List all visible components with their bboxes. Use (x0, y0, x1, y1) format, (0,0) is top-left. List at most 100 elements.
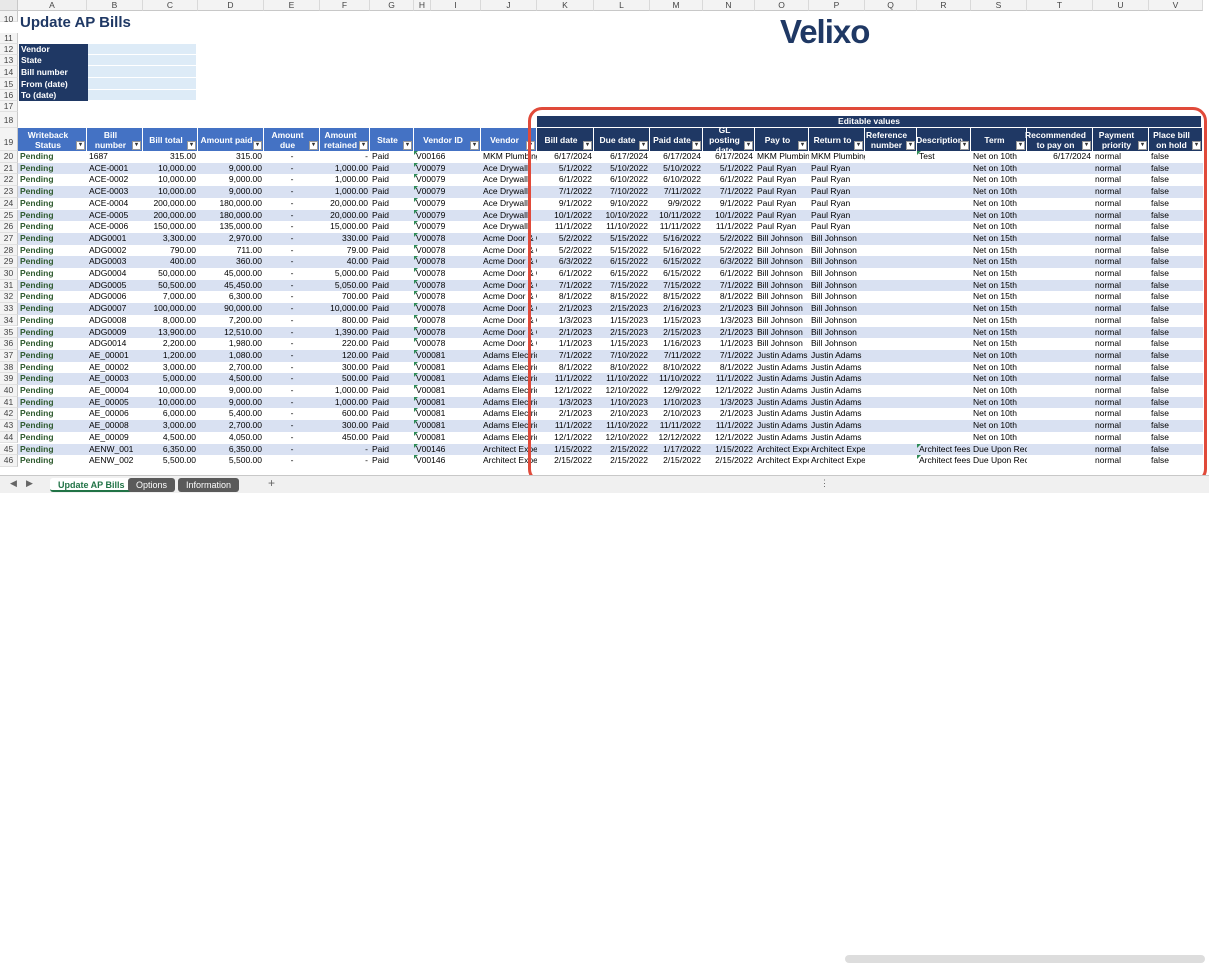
row-header-26[interactable]: 26 (0, 221, 18, 233)
column-header-o[interactable]: O (755, 0, 809, 11)
table-cell[interactable]: V00081 (414, 431, 481, 443)
table-cell[interactable]: Paid (370, 280, 414, 291)
table-cell[interactable]: Acme Door & Glass (481, 315, 537, 326)
table-cell[interactable]: Bill Johnson (809, 280, 865, 291)
table-cell[interactable]: normal (1093, 268, 1149, 279)
table-cell[interactable]: false (1149, 444, 1203, 455)
table-cell[interactable]: 79.00 (320, 245, 370, 256)
table-cell[interactable]: 5/1/2022 (537, 163, 594, 174)
row-header-33[interactable]: 33 (0, 303, 18, 315)
table-cell[interactable]: Justin Adams (809, 432, 865, 443)
table-cell[interactable]: 8/1/2022 (537, 362, 594, 373)
table-cell[interactable]: 3,300.00 (143, 233, 198, 244)
filter-dropdown-icon[interactable]: ▾ (187, 141, 196, 150)
table-cell[interactable]: V00081 (414, 385, 481, 396)
table-cell[interactable]: Net on 10th (971, 163, 1027, 174)
table-cell[interactable]: 12/10/2022 (594, 385, 650, 396)
table-cell[interactable]: normal (1093, 408, 1149, 419)
table-cell[interactable]: 6/10/2022 (650, 174, 703, 185)
table-cell[interactable]: AE_00008 (87, 420, 143, 431)
row-header-17[interactable]: 17 (0, 101, 18, 112)
table-cell[interactable]: Net on 10th (971, 420, 1027, 431)
table-cell[interactable]: - (264, 174, 320, 185)
row-header-40[interactable]: 40 (0, 385, 18, 397)
table-cell[interactable]: Pending (18, 315, 87, 326)
table-cell[interactable]: 12/1/2022 (537, 432, 594, 443)
table-cell[interactable]: 5,000.00 (320, 268, 370, 279)
table-cell[interactable]: ADG0008 (87, 315, 143, 326)
table-cell[interactable]: Bill Johnson (809, 303, 865, 314)
table-cell[interactable]: 1/3/2023 (537, 315, 594, 326)
table-cell[interactable]: 10/1/2022 (703, 210, 755, 221)
column-header-s[interactable]: S (971, 0, 1027, 11)
table-cell[interactable]: 12/1/2022 (703, 432, 755, 443)
table-cell[interactable]: 6/17/2024 (650, 151, 703, 162)
table-cell[interactable]: 180,000.00 (198, 210, 264, 221)
table-cell[interactable]: Architect fees (917, 455, 971, 466)
table-cell[interactable]: AE_00006 (87, 408, 143, 419)
table-cell[interactable]: 2/1/2023 (537, 408, 594, 419)
row-header-16[interactable]: 16 (0, 90, 18, 101)
table-cell[interactable]: Bill Johnson (755, 327, 809, 338)
table-cell[interactable]: 135,000.00 (198, 221, 264, 232)
table-cell[interactable]: 315.00 (143, 151, 198, 162)
horizontal-scrollbar[interactable] (845, 955, 1205, 963)
column-header-b[interactable]: B (87, 0, 143, 11)
table-cell[interactable]: Pending (18, 444, 87, 455)
table-cell[interactable]: 6,350.00 (198, 444, 264, 455)
table-cell[interactable]: Paid (370, 245, 414, 256)
table-cell[interactable]: V00078 (414, 314, 481, 326)
table-cell[interactable]: Bill Johnson (809, 315, 865, 326)
prev-sheet-icon[interactable]: ◀ (10, 478, 17, 489)
row-header-20[interactable]: 20 (0, 151, 18, 163)
table-cell[interactable]: 200,000.00 (143, 210, 198, 221)
table-cell[interactable]: - (320, 151, 370, 162)
table-cell[interactable]: 9/1/2022 (703, 198, 755, 209)
table-cell[interactable]: 11/11/2022 (650, 221, 703, 232)
table-cell[interactable]: 2,700.00 (198, 420, 264, 431)
table-cell[interactable]: Net on 15th (971, 303, 1027, 314)
table-cell[interactable]: 7,000.00 (143, 291, 198, 302)
table-cell[interactable]: normal (1093, 373, 1149, 384)
table-cell[interactable]: normal (1093, 362, 1149, 373)
table-cell[interactable]: Bill Johnson (809, 233, 865, 244)
table-cell[interactable]: 2/15/2022 (594, 444, 650, 455)
filter-value-field[interactable] (88, 78, 196, 90)
row-header-13[interactable]: 13 (0, 55, 18, 66)
table-cell[interactable]: 5,500.00 (143, 455, 198, 466)
table-cell[interactable]: 7/11/2022 (650, 350, 703, 361)
table-cell[interactable]: false (1149, 408, 1203, 419)
table-cell[interactable]: 45,450.00 (198, 280, 264, 291)
table-cell[interactable]: Pending (18, 233, 87, 244)
table-cell[interactable]: Net on 10th (971, 432, 1027, 443)
table-cell[interactable]: Bill Johnson (755, 233, 809, 244)
table-cell[interactable]: 8/15/2022 (594, 291, 650, 302)
table-cell[interactable]: 8/15/2022 (650, 291, 703, 302)
table-cell[interactable]: 5/2/2022 (703, 245, 755, 256)
table-cell[interactable]: 50,000.00 (143, 268, 198, 279)
table-cell[interactable]: AE_00009 (87, 432, 143, 443)
table-cell[interactable]: false (1149, 397, 1203, 408)
table-cell[interactable]: 1/10/2023 (594, 397, 650, 408)
row-header-37[interactable]: 37 (0, 349, 18, 362)
table-cell[interactable]: Pending (18, 174, 87, 185)
table-cell[interactable]: Ace Drywall (481, 210, 537, 221)
filter-dropdown-icon[interactable]: ▾ (1016, 141, 1025, 150)
table-cell[interactable]: 1,000.00 (320, 186, 370, 197)
table-cell[interactable]: 11/1/2022 (703, 221, 755, 232)
table-cell[interactable]: Pending (18, 350, 87, 361)
table-cell[interactable]: MKM Plumbing(VV00166) (809, 151, 865, 162)
row-header-36[interactable]: 36 (0, 338, 18, 350)
row-header-45[interactable]: 45 (0, 443, 18, 456)
table-cell[interactable]: - (264, 280, 320, 291)
table-cell[interactable]: 5/10/2022 (650, 163, 703, 174)
table-cell[interactable]: normal (1093, 315, 1149, 326)
row-header-46[interactable]: 46 (0, 455, 18, 467)
table-cell[interactable]: Paid (370, 455, 414, 466)
row-header-31[interactable]: 31 (0, 279, 18, 292)
table-cell[interactable]: 12/10/2022 (594, 432, 650, 443)
table-cell[interactable]: 6/15/2022 (594, 256, 650, 267)
table-cell[interactable]: Justin Adams (809, 362, 865, 373)
table-cell[interactable]: ACE-0004 (87, 198, 143, 209)
table-cell[interactable]: false (1149, 385, 1203, 396)
